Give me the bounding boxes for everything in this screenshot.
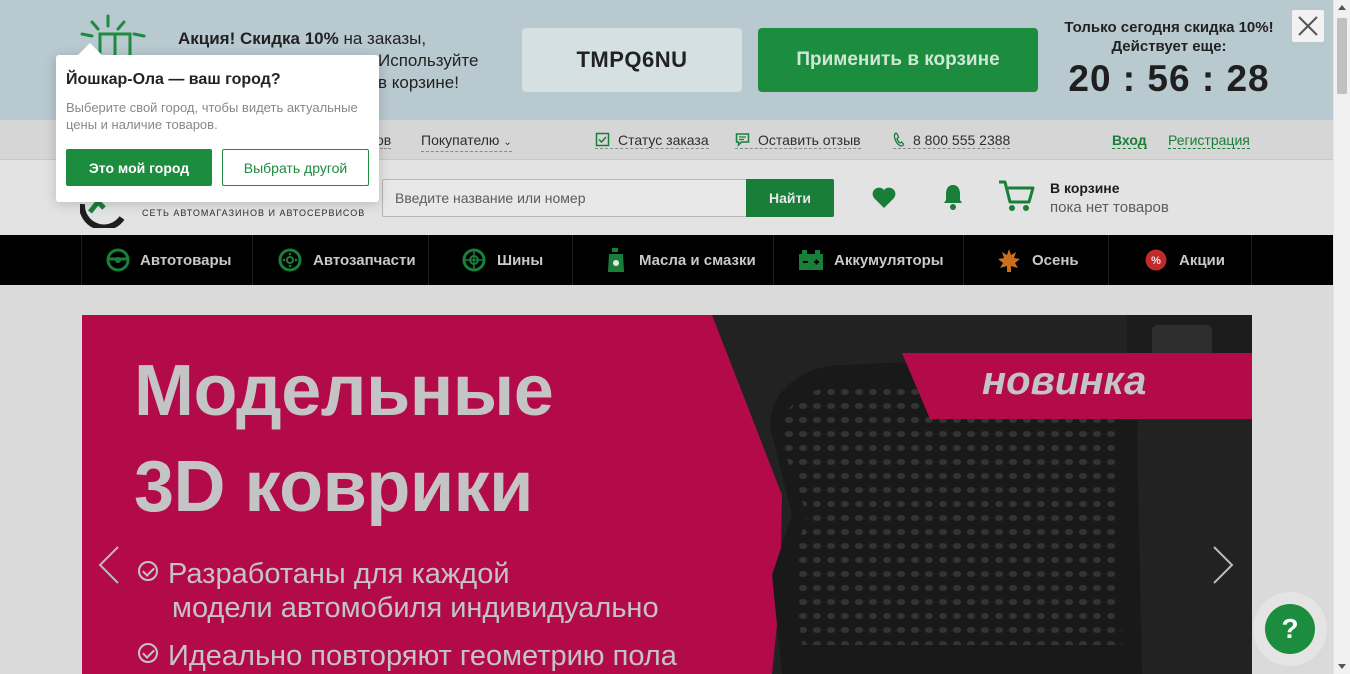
category-oils[interactable]: Масла и смазки bbox=[572, 235, 773, 285]
brake-disc-icon bbox=[277, 247, 303, 273]
leaf-icon bbox=[996, 247, 1022, 273]
category-batteries[interactable]: Аккумуляторы bbox=[773, 235, 963, 285]
category-bar: Автотовары Автозапчасти Шины Масла и сма… bbox=[0, 235, 1333, 285]
city-confirm-popup: Йошкар-Ола — ваш город? Выберите свой го… bbox=[56, 43, 379, 202]
category-auto-parts[interactable]: Автозапчасти bbox=[252, 235, 428, 285]
heart-icon[interactable] bbox=[871, 186, 897, 210]
scroll-down-icon[interactable] bbox=[1338, 664, 1346, 669]
cart-summary[interactable]: В корзине пока нет товаров bbox=[1050, 178, 1169, 218]
popup-text: Выберите свой город, чтобы видеть актуал… bbox=[66, 100, 358, 132]
banner-heading: Модельные 3D коврики bbox=[134, 351, 554, 527]
banner-bullet-1: Разработаны для каждой модели автомобиля… bbox=[138, 557, 659, 625]
phone-icon bbox=[893, 132, 905, 147]
carousel-prev-icon[interactable] bbox=[96, 545, 122, 585]
register-link[interactable]: Регистрация bbox=[1168, 132, 1250, 149]
subnav-phone[interactable]: 8 800 555 2388 bbox=[893, 132, 1011, 149]
category-auto-goods[interactable]: Автотовары bbox=[81, 235, 231, 285]
login-link[interactable]: Вход bbox=[1112, 132, 1147, 149]
question-icon: ? bbox=[1265, 604, 1315, 654]
steering-wheel-icon bbox=[106, 247, 130, 273]
scroll-up-icon[interactable] bbox=[1338, 5, 1346, 10]
search-button[interactable]: Найти bbox=[746, 179, 834, 217]
subnav-order-status[interactable]: Статус заказа bbox=[595, 132, 709, 149]
page-scrollbar[interactable] bbox=[1333, 0, 1350, 674]
new-tag: новинка bbox=[902, 353, 1252, 419]
chevron-down-icon: ⌄ bbox=[503, 137, 512, 148]
battery-icon bbox=[798, 247, 824, 273]
promo-banner[interactable]: новинка Модельные 3D коврики Разработаны… bbox=[82, 315, 1252, 674]
promo-code[interactable]: TMPQ6NU bbox=[522, 28, 742, 92]
search-box: Найти bbox=[382, 179, 834, 217]
category-sales[interactable]: % Акции bbox=[1108, 235, 1252, 285]
bell-icon[interactable] bbox=[942, 183, 964, 211]
close-promo-button[interactable] bbox=[1292, 10, 1324, 42]
svg-text:%: % bbox=[1151, 255, 1161, 267]
subnav-leave-review[interactable]: Оставить отзыв bbox=[735, 132, 861, 149]
choose-other-city-button[interactable]: Выбрать другой bbox=[222, 149, 369, 186]
percent-icon: % bbox=[1143, 247, 1169, 273]
timer-title: Только сегодня скидка 10%! Действует еще… bbox=[1064, 19, 1274, 55]
wheel-icon bbox=[461, 247, 487, 273]
help-button[interactable]: ? bbox=[1253, 592, 1327, 666]
countdown-timer: 20 : 56 : 28 bbox=[1068, 58, 1270, 99]
banner-bullet-2: Идеально повторяют геометрию пола bbox=[138, 639, 677, 673]
popup-title: Йошкар-Ола — ваш город? bbox=[66, 71, 281, 88]
category-autumn[interactable]: Осень bbox=[963, 235, 1108, 285]
search-input[interactable] bbox=[383, 180, 745, 216]
order-status-icon bbox=[595, 132, 610, 147]
confirm-city-button[interactable]: Это мой город bbox=[66, 149, 212, 186]
close-icon bbox=[1298, 16, 1318, 36]
apply-in-cart-button[interactable]: Применить в корзине bbox=[758, 28, 1038, 92]
category-tires[interactable]: Шины bbox=[428, 235, 572, 285]
subnav-buyer[interactable]: Покупателю ⌄ bbox=[421, 132, 512, 152]
oil-can-icon bbox=[603, 247, 629, 273]
gift-icon bbox=[80, 14, 146, 60]
check-circle-icon bbox=[138, 643, 158, 663]
check-circle-icon bbox=[138, 561, 158, 581]
carousel-next-icon[interactable] bbox=[1210, 545, 1236, 585]
scrollbar-thumb[interactable] bbox=[1337, 18, 1347, 94]
cart-icon[interactable] bbox=[997, 178, 1035, 214]
logo-slogan: сеть автомагазинов и автосервисов bbox=[142, 208, 366, 218]
review-icon bbox=[735, 133, 750, 147]
